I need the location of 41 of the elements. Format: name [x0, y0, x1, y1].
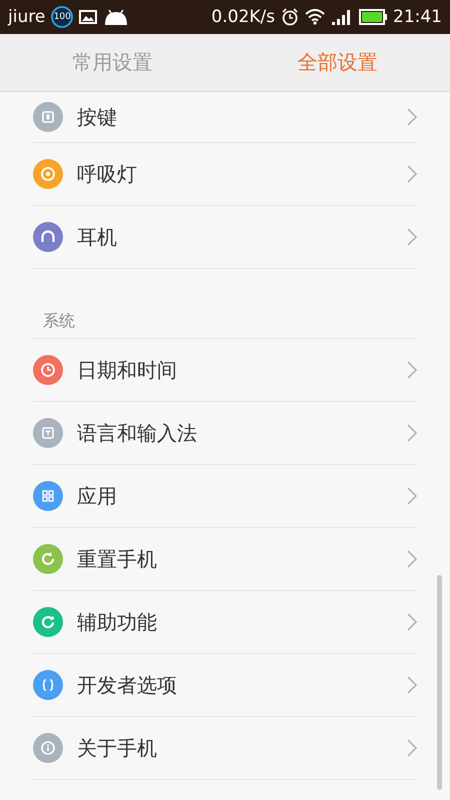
- chevron-icon: [407, 228, 417, 246]
- image-icon: [79, 10, 98, 24]
- setting-label: 开发者选项: [77, 672, 178, 698]
- setting-label: 呼吸灯: [77, 160, 138, 188]
- chevron-icon: [407, 108, 417, 126]
- chevron-icon: [407, 550, 417, 568]
- chevron-icon: [407, 676, 417, 694]
- settings-row[interactable]: 呼吸灯: [33, 143, 417, 206]
- chevron-icon: [407, 424, 417, 442]
- setting-label: 耳机: [77, 224, 118, 250]
- section-header: 系统: [43, 311, 75, 332]
- network-speed: 0.02K/s: [211, 7, 275, 27]
- settings-row[interactable]: 耳机: [33, 206, 417, 269]
- settings-row[interactable]: 辅助功能: [33, 591, 417, 654]
- chevron-icon: [407, 165, 417, 183]
- setting-label: 辅助功能: [77, 608, 158, 636]
- settings-row[interactable]: 开发者选项: [33, 654, 417, 717]
- settings-row[interactable]: 日期和时间: [33, 339, 417, 402]
- setting-label: 按键: [77, 104, 118, 130]
- settings-row[interactable]: 语言和输入法: [33, 402, 417, 465]
- android-icon: [103, 9, 130, 25]
- settings-row[interactable]: 按键: [33, 92, 417, 143]
- settings-row[interactable]: 重置手机: [33, 528, 417, 591]
- signal-icon: [331, 9, 353, 25]
- alarm-icon: [281, 8, 299, 26]
- carrier-name: jiure: [8, 7, 46, 27]
- settings-row[interactable]: 关于手机: [33, 717, 417, 780]
- clock-time: 21:41: [393, 7, 442, 27]
- setting-label: 重置手机: [77, 546, 158, 572]
- chevron-icon: [407, 739, 417, 757]
- setting-label: 关于手机: [77, 734, 158, 762]
- chevron-icon: [407, 613, 417, 631]
- chevron-icon: [407, 487, 417, 505]
- setting-label: 语言和输入法: [77, 420, 198, 446]
- notification-badge: 100: [51, 6, 74, 28]
- setting-label: 应用: [77, 482, 118, 510]
- wifi-icon: [305, 9, 325, 25]
- battery-icon: [359, 9, 387, 25]
- setting-label: 日期和时间: [77, 356, 178, 384]
- chevron-icon: [407, 361, 417, 379]
- settings-row[interactable]: 应用: [33, 465, 417, 528]
